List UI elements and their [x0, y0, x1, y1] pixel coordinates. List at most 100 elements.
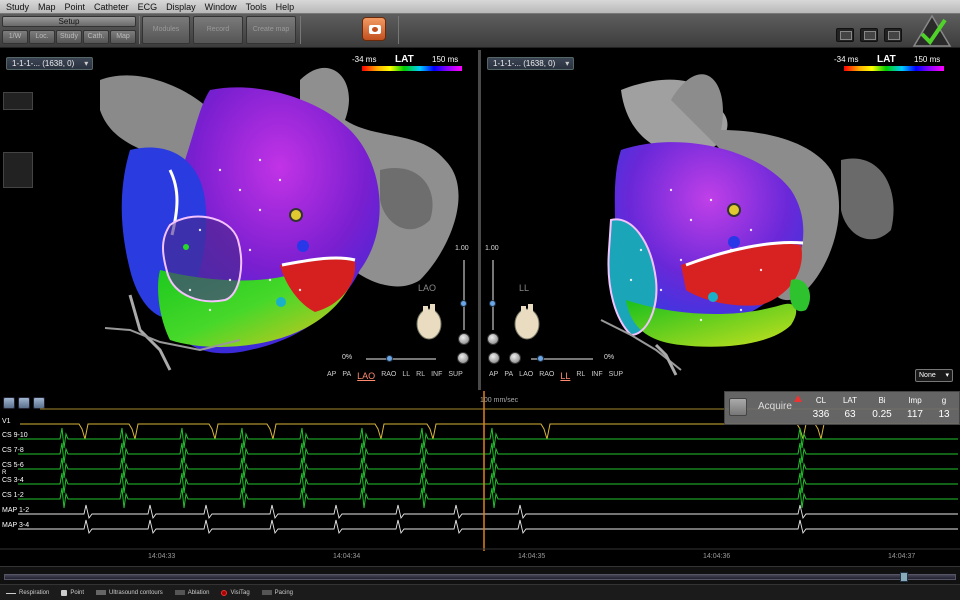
lat-min-label: -34 ms	[834, 55, 859, 64]
zoom-reset-button[interactable]	[458, 333, 470, 345]
field-value-g: 13	[938, 409, 950, 420]
view-buttons: AP PA LAO RAO LL RL INF SUP	[489, 371, 629, 381]
lat-color-bar	[844, 66, 944, 71]
camera-view-icon[interactable]	[860, 28, 878, 42]
menu-display[interactable]: Display	[166, 2, 196, 12]
zoom-value: 1.00	[485, 245, 499, 252]
ablation-tool-icon[interactable]	[3, 92, 33, 110]
setup-tab[interactable]: Setup	[2, 16, 136, 27]
zoom-slider-track[interactable]	[463, 260, 465, 330]
menu-bar: Study Map Point Catheter ECG Display Win…	[0, 0, 960, 14]
visitag-icon	[221, 589, 228, 596]
view-rao-button[interactable]: RAO	[539, 371, 554, 381]
time-label: 14:04:37	[888, 553, 916, 560]
view-lao-button[interactable]: LAO	[357, 371, 375, 381]
view-ap-button[interactable]: AP	[327, 371, 336, 381]
channel-label-cs7-8: CS 7-8	[2, 447, 24, 454]
heart-icon[interactable]	[884, 28, 902, 42]
time-label: 14:04:36	[703, 553, 731, 560]
zoom-slider-track[interactable]	[492, 260, 494, 330]
rotate-button[interactable]	[457, 352, 469, 364]
view-lao-button[interactable]: LAO	[519, 371, 533, 381]
zoom-slider-knob[interactable]	[460, 300, 467, 307]
menu-catheter[interactable]: Catheter	[94, 2, 129, 12]
tb-study-button[interactable]: Study	[56, 30, 82, 44]
map-overlay-select[interactable]: None	[915, 369, 953, 382]
view-sup-button[interactable]: SUP	[609, 371, 623, 381]
view-rl-button[interactable]: RL	[416, 371, 425, 381]
heart-map-render-right	[600, 74, 894, 376]
ecg-trace-cs	[18, 442, 958, 464]
view-rao-button[interactable]: RAO	[381, 371, 396, 381]
tb-loc-button[interactable]: Loc.	[29, 30, 55, 44]
ecg-trace-v1	[20, 423, 958, 440]
ablation-icon	[174, 590, 185, 595]
map-view-right[interactable]: 1-1-1-... (1638, 0) -34 ms LAT 150 ms 1.…	[481, 50, 960, 390]
menu-point[interactable]: Point	[65, 2, 86, 12]
acquire-icon[interactable]	[729, 398, 747, 416]
pacing-icon	[261, 590, 272, 595]
legend-respiration: Respiration	[6, 590, 49, 596]
create-map-button[interactable]: Create map	[246, 16, 296, 44]
menu-tools[interactable]: Tools	[246, 2, 267, 12]
warning-icon	[794, 395, 802, 402]
view-orientation-label: LL	[519, 283, 530, 293]
point-icon	[61, 589, 68, 596]
view-sup-button[interactable]: SUP	[448, 371, 462, 381]
opacity-slider-track[interactable]	[366, 358, 436, 360]
map-title-dropdown[interactable]: 1-1-1-... (1638, 0)	[487, 57, 575, 70]
view-rl-button[interactable]: RL	[576, 371, 585, 381]
timeline-scroll-thumb[interactable]	[900, 572, 908, 582]
zoom-value: 1.00	[455, 245, 469, 252]
legend-bar: Respiration Point Ultrasound contours Ab…	[0, 584, 960, 600]
camera-icon[interactable]	[362, 17, 386, 41]
legend-point: Point	[61, 589, 84, 596]
zoom-reset-button[interactable]	[487, 333, 499, 345]
ecg-trace-cs	[18, 487, 958, 509]
timeline-scrollbar[interactable]	[4, 574, 956, 580]
rotate-button[interactable]	[488, 352, 500, 364]
menu-window[interactable]: Window	[205, 2, 237, 12]
opacity-slider-knob[interactable]	[537, 355, 544, 362]
toolbar-divider	[300, 16, 301, 44]
map-title-dropdown[interactable]: 1-1-1-... (1638, 0)	[6, 57, 94, 70]
menu-ecg[interactable]: ECG	[138, 2, 158, 12]
view-ll-button[interactable]: LL	[560, 371, 570, 381]
field-label-g: g	[941, 396, 947, 405]
view-ap-button[interactable]: AP	[489, 371, 498, 381]
tb-1w-button[interactable]: 1/W	[2, 30, 28, 44]
view-ll-button[interactable]: LL	[402, 371, 410, 381]
record-button[interactable]: Record	[193, 16, 243, 44]
time-label: 14:04:34	[333, 553, 361, 560]
view-pa-button[interactable]: PA	[504, 371, 513, 381]
tb-cath-button[interactable]: Cath.	[83, 30, 109, 44]
ecg-trace-cs	[18, 472, 958, 494]
monitor-icon[interactable]	[836, 28, 854, 42]
field-value-cl: 336	[812, 409, 830, 420]
view-pa-button[interactable]: PA	[342, 371, 351, 381]
lat-color-bar	[362, 66, 462, 71]
toolbar: Setup 1/W Loc. Study Cath. Map Modules R…	[0, 14, 960, 48]
view-buttons: AP PA LAO RAO LL RL INF SUP	[327, 371, 469, 381]
menu-map[interactable]: Map	[38, 2, 56, 12]
menu-help[interactable]: Help	[276, 2, 295, 12]
acquire-panel: Acquire CL 336 LAT 63 Bi 0.25 Imp 117 g …	[724, 391, 960, 425]
zoom-slider-knob[interactable]	[489, 300, 496, 307]
modules-button[interactable]: Modules	[142, 16, 190, 44]
opacity-value: 0%	[604, 354, 615, 361]
checkmark-triangle-icon	[912, 14, 952, 47]
ecg-trace-cs	[18, 427, 958, 449]
acquire-button[interactable]: Acquire	[758, 401, 792, 412]
heart-view-tool-icon[interactable]	[3, 152, 33, 188]
reset-view-button[interactable]	[509, 352, 521, 364]
view-inf-button[interactable]: INF	[431, 371, 442, 381]
view-inf-button[interactable]: INF	[591, 371, 602, 381]
map-view-left[interactable]: 1-1-1-... (1638, 0) -34 ms LAT 150 ms LA…	[0, 50, 478, 390]
channel-label-r: R	[2, 470, 7, 476]
opacity-slider-knob[interactable]	[386, 355, 393, 362]
menu-study[interactable]: Study	[6, 2, 29, 12]
timeline-bar[interactable]	[0, 566, 960, 584]
legend-pacing: Pacing	[261, 590, 293, 596]
field-label-imp: Imp	[908, 396, 922, 405]
tb-map-button[interactable]: Map	[110, 30, 136, 44]
